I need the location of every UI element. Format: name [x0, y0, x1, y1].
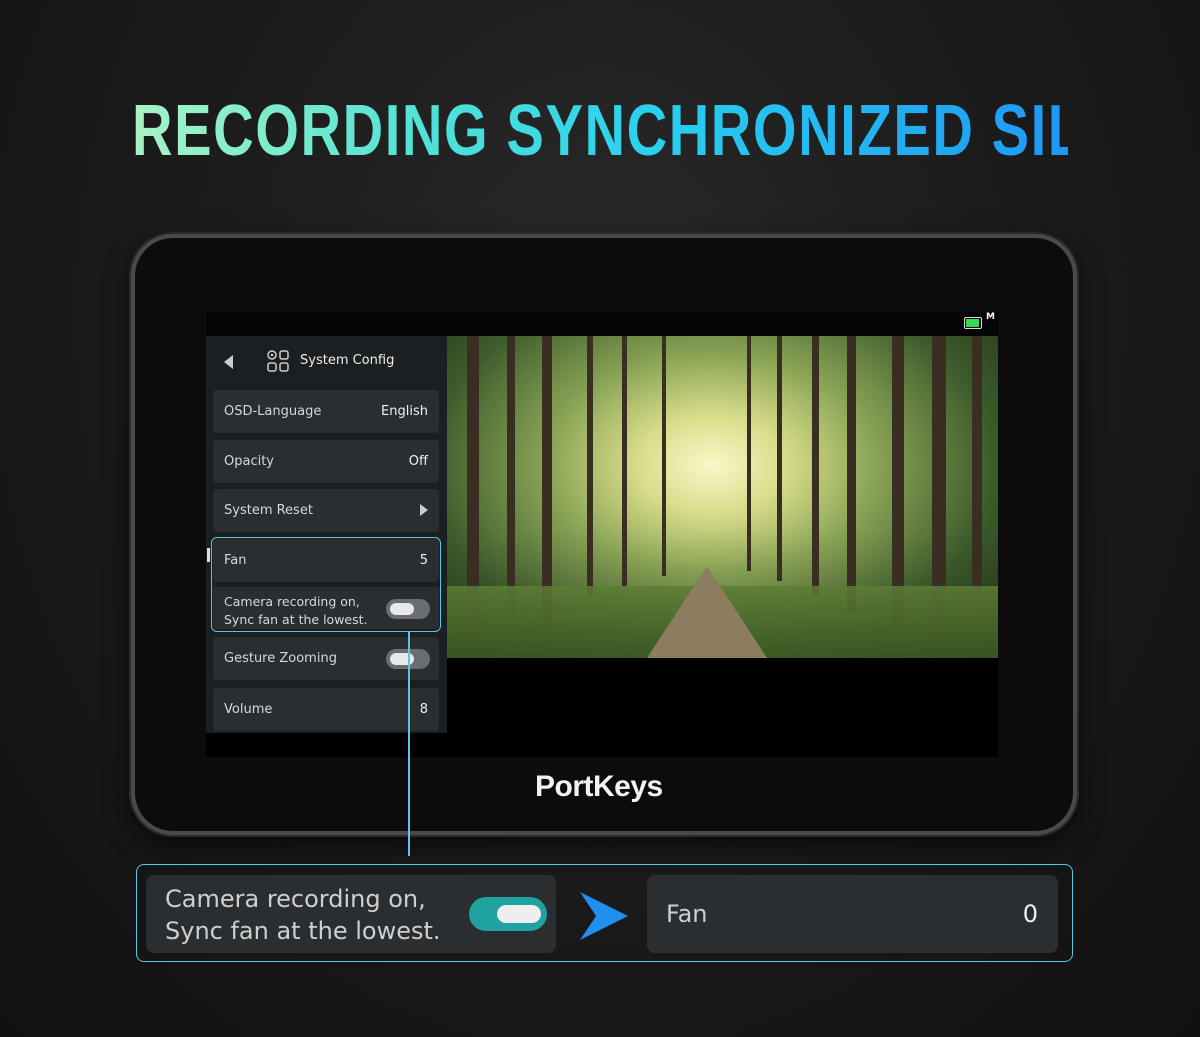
back-arrow-icon[interactable] — [224, 355, 233, 369]
callout-sync-line2: Sync fan at the lowest. — [165, 917, 441, 945]
menu-item-volume[interactable]: Volume 8 — [213, 688, 439, 731]
callout-sync-option[interactable]: Camera recording on, Sync fan at the low… — [146, 875, 556, 953]
menu-item-osd-language[interactable]: OSD-Language English — [213, 390, 439, 433]
battery-icon — [964, 317, 986, 329]
callout-fan-row: Fan 0 — [647, 875, 1058, 953]
callout-fan-value: 0 — [1022, 900, 1038, 928]
callout-sync-toggle[interactable] — [469, 897, 547, 931]
callout-sync-label: Camera recording on, Sync fan at the low… — [165, 883, 441, 947]
chevron-right-icon — [580, 892, 628, 940]
callout-fan-label: Fan — [666, 900, 708, 928]
focus-indicator — [207, 548, 210, 562]
headline-part2: SYNCHRONIZED SILENT FAN — [506, 91, 1200, 171]
settings-grid-icon — [267, 350, 289, 372]
monitor-screen: M System Config OSD-Language English Opa… — [206, 312, 998, 757]
menu-item-label: System Reset — [224, 503, 313, 518]
menu-header: System Config — [206, 336, 447, 386]
menu-item-label: Opacity — [224, 454, 275, 469]
status-bar: M — [206, 312, 998, 336]
callout-sync-line1: Camera recording on, — [165, 885, 426, 913]
menu-item-opacity[interactable]: Opacity Off — [213, 440, 439, 483]
system-config-menu: System Config OSD-Language English Opaci… — [206, 336, 447, 733]
battery-mode-label: M — [986, 312, 995, 322]
menu-item-value: English — [381, 404, 428, 419]
menu-item-gesture-zooming[interactable]: Gesture Zooming — [213, 637, 439, 680]
headline-part1: RECORDING — [132, 91, 507, 171]
menu-item-label: Gesture Zooming — [224, 651, 337, 666]
chevron-right-icon — [420, 504, 428, 516]
menu-item-value: Off — [408, 454, 428, 469]
menu-item-value: 8 — [419, 702, 428, 717]
forest-preview-image — [447, 336, 998, 658]
menu-item-label: Volume — [224, 702, 273, 717]
menu-item-system-reset[interactable]: System Reset — [213, 489, 439, 532]
fan-option-highlight — [211, 537, 441, 632]
brand-logo: PortKeys — [535, 770, 663, 803]
menu-title: System Config — [300, 353, 395, 368]
menu-item-label: OSD-Language — [224, 404, 322, 419]
callout-connector-line — [408, 632, 410, 856]
headline: RECORDING SYNCHRONIZED SILENT FAN — [132, 90, 1068, 172]
